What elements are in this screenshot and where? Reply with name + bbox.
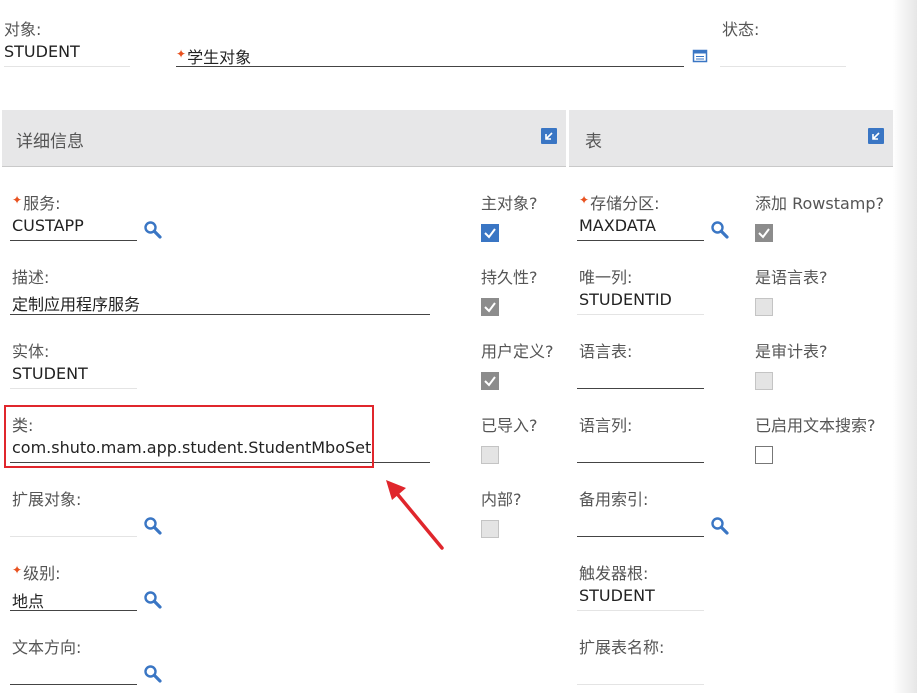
- text-direction-label: 文本方向:: [12, 638, 82, 657]
- required-star-icon: ✦: [176, 47, 187, 61]
- internal-label: 内部?: [481, 490, 522, 509]
- alt-index-label: 备用索引:: [579, 490, 649, 509]
- magnifier-icon[interactable]: [710, 516, 730, 536]
- add-rowstamp-label: 添加 Rowstamp?: [755, 194, 885, 213]
- main-object-label: 主对象?: [481, 194, 538, 213]
- user-defined-checkbox[interactable]: [481, 372, 499, 390]
- object-label: 对象:: [4, 20, 42, 39]
- imported-checkbox[interactable]: [481, 446, 499, 464]
- level-value[interactable]: 地点: [12, 588, 44, 612]
- required-star-icon: ✦: [12, 563, 23, 577]
- detail-window-icon[interactable]: [692, 48, 708, 64]
- is-audit-label: 是审计表?: [755, 342, 828, 361]
- magnifier-icon[interactable]: [143, 664, 163, 684]
- object-description-underline: [176, 66, 684, 67]
- persistent-label: 持久性?: [481, 268, 538, 287]
- entity-label: 实体:: [12, 342, 50, 361]
- add-rowstamp-checkbox[interactable]: [755, 224, 773, 242]
- unique-col-value[interactable]: STUDENTID: [579, 290, 672, 309]
- collapse-arrow-icon[interactable]: [541, 128, 557, 144]
- unique-col-label: 唯一列:: [579, 268, 633, 287]
- imported-label: 已导入?: [481, 416, 538, 435]
- object-value[interactable]: STUDENT: [4, 42, 80, 61]
- trigger-root-value[interactable]: STUDENT: [579, 586, 655, 605]
- status-label: 状态:: [722, 20, 760, 39]
- lang-table-label: 语言表:: [579, 342, 633, 361]
- service-value[interactable]: CUSTAPP: [12, 216, 84, 235]
- object-description-value: 学生对象: [187, 48, 252, 67]
- table-section-title: 表: [585, 132, 602, 152]
- lang-table-underline: [577, 388, 704, 389]
- red-arrow-icon: [380, 476, 450, 556]
- magnifier-icon[interactable]: [143, 516, 163, 536]
- trigger-root-label: 触发器根:: [579, 564, 649, 583]
- entity-underline: [10, 388, 137, 389]
- service-underline: [10, 240, 137, 241]
- class-highlight-box: [4, 405, 374, 468]
- table-section-header: 表: [569, 110, 893, 167]
- trigger-root-underline: [577, 610, 704, 611]
- ext-table-label: 扩展表名称:: [579, 638, 665, 657]
- storage-underline: [577, 240, 704, 241]
- magnifier-icon[interactable]: [143, 590, 163, 610]
- lang-col-label: 语言列:: [579, 416, 633, 435]
- object-description-field[interactable]: ✦学生对象: [176, 44, 251, 68]
- service-label: ✦服务:: [12, 193, 61, 213]
- is-lang-table-label: 是语言表?: [755, 268, 828, 287]
- ext-table-underline: [577, 684, 704, 685]
- level-label: ✦级别:: [12, 563, 61, 583]
- details-section-header: 详细信息: [2, 110, 566, 167]
- description-value[interactable]: 定制应用程序服务: [12, 291, 140, 315]
- main-object-checkbox[interactable]: [481, 224, 499, 242]
- text-direction-underline: [10, 684, 137, 685]
- lang-col-underline: [577, 462, 704, 463]
- storage-value[interactable]: MAXDATA: [579, 216, 656, 235]
- internal-checkbox[interactable]: [481, 520, 499, 538]
- text-search-label: 已启用文本搜索?: [755, 416, 876, 435]
- ext-object-label: 扩展对象:: [12, 490, 82, 509]
- alt-index-underline: [577, 536, 704, 537]
- user-defined-label: 用户定义?: [481, 342, 554, 361]
- magnifier-icon[interactable]: [710, 220, 730, 240]
- details-section-title: 详细信息: [16, 132, 84, 152]
- magnifier-icon[interactable]: [143, 220, 163, 240]
- persistent-checkbox[interactable]: [481, 298, 499, 316]
- collapse-arrow-icon[interactable]: [868, 128, 884, 144]
- storage-label: ✦存储分区:: [579, 193, 660, 213]
- status-underline: [720, 66, 846, 67]
- is-audit-checkbox[interactable]: [755, 372, 773, 390]
- description-label: 描述:: [12, 268, 50, 287]
- entity-value[interactable]: STUDENT: [12, 364, 88, 383]
- right-edge-shadow: [893, 0, 917, 693]
- level-underline: [10, 610, 137, 611]
- required-star-icon: ✦: [12, 193, 23, 207]
- unique-col-underline: [577, 314, 704, 315]
- required-star-icon: ✦: [579, 193, 590, 207]
- description-underline: [10, 314, 430, 315]
- object-underline: [4, 66, 130, 67]
- ext-object-underline: [10, 536, 137, 537]
- is-lang-table-checkbox[interactable]: [755, 298, 773, 316]
- text-search-checkbox[interactable]: [755, 446, 773, 464]
